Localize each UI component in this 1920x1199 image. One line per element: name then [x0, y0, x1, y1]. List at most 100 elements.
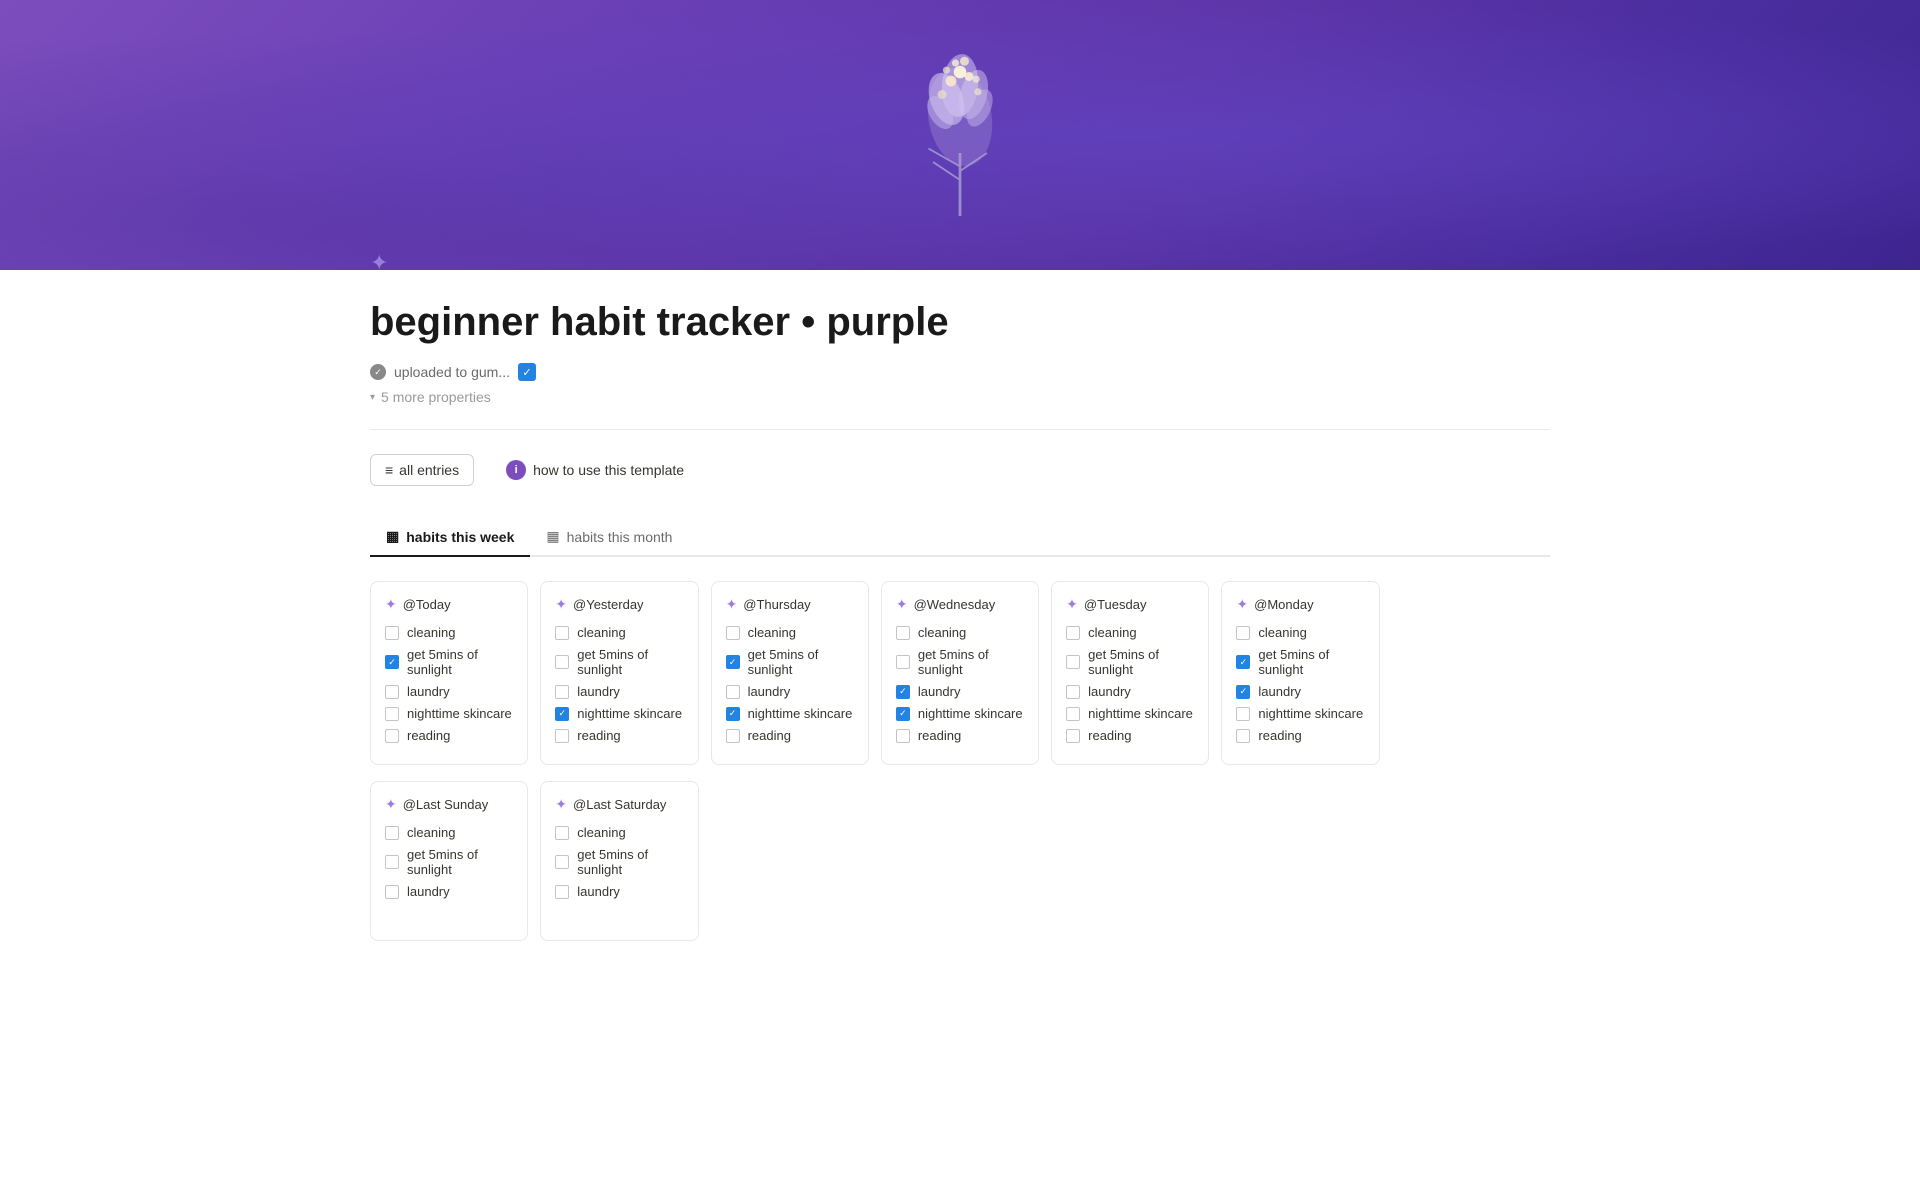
habit-checkbox-2[interactable]: [555, 885, 569, 899]
habit-label: cleaning: [577, 625, 625, 640]
sparkle-icon-1: ✦: [370, 250, 388, 270]
habit-label: laundry: [577, 884, 620, 899]
habit-label: get 5mins of sunlight: [1088, 647, 1194, 677]
habit-checkbox-1[interactable]: ✓: [385, 655, 399, 669]
habit-label: reading: [407, 728, 450, 743]
habit-checkbox-4[interactable]: [1066, 729, 1080, 743]
chevron-down-icon: ▾: [370, 392, 375, 403]
habit-checkbox-2[interactable]: [1066, 685, 1080, 699]
habit-checkbox-0[interactable]: [385, 626, 399, 640]
card-day-label: @Yesterday: [573, 597, 644, 612]
calendar-icon: ▦: [386, 528, 399, 545]
actions-row: ≡ all entries i how to use this template: [370, 454, 1550, 486]
sparkle-icon: ✦: [726, 596, 738, 613]
habit-card-bottom-1: ✦ @Last Saturday cleaning get 5mins of s…: [540, 781, 698, 941]
habit-checkbox-3[interactable]: ✓: [555, 707, 569, 721]
card-header: ✦ @Today: [385, 596, 513, 613]
habit-checkbox-4[interactable]: [726, 729, 740, 743]
habit-checkbox-1[interactable]: [896, 655, 910, 669]
sparkle-icon: ✦: [1236, 596, 1248, 613]
habit-item: reading: [896, 728, 1024, 743]
habit-item: nighttime skincare: [1066, 706, 1194, 721]
habit-item: ✓ get 5mins of sunlight: [385, 647, 513, 677]
habit-item: reading: [1236, 728, 1364, 743]
habit-item: get 5mins of sunlight: [555, 847, 683, 877]
habit-item: laundry: [726, 684, 854, 699]
habit-checkbox-0[interactable]: [726, 626, 740, 640]
habit-checkbox-2[interactable]: ✓: [896, 685, 910, 699]
habit-checkbox-3[interactable]: [1066, 707, 1080, 721]
habit-checkbox-2[interactable]: [555, 685, 569, 699]
content-divider: [370, 429, 1550, 430]
habit-checkbox-0[interactable]: [1236, 626, 1250, 640]
flower-illustration: [870, 45, 1050, 225]
habit-checkbox-3[interactable]: ✓: [896, 707, 910, 721]
habit-checkbox-1[interactable]: ✓: [726, 655, 740, 669]
habit-checkbox-3[interactable]: ✓: [726, 707, 740, 721]
habit-checkbox-1[interactable]: ✓: [1236, 655, 1250, 669]
habit-label: nighttime skincare: [407, 706, 512, 721]
habit-checkbox-1[interactable]: [555, 855, 569, 869]
habit-item: get 5mins of sunlight: [896, 647, 1024, 677]
habit-label: get 5mins of sunlight: [407, 847, 513, 877]
habit-checkbox-2[interactable]: [385, 885, 399, 899]
sparkle-icon: ✦: [555, 796, 567, 813]
habit-item: ✓ laundry: [1236, 684, 1364, 699]
card-header: ✦ @Wednesday: [896, 596, 1024, 613]
habit-checkbox-2[interactable]: [726, 685, 740, 699]
card-day-label: @Last Sunday: [403, 797, 488, 812]
habit-checkbox-2[interactable]: ✓: [1236, 685, 1250, 699]
how-to-link[interactable]: i how to use this template: [506, 460, 684, 480]
card-day-label: @Last Saturday: [573, 797, 666, 812]
week-cards-grid: ✦ @Today cleaning ✓ get 5mins of sunligh…: [370, 581, 1550, 765]
habit-label: cleaning: [918, 625, 966, 640]
habit-label: reading: [918, 728, 961, 743]
habit-checkbox-2[interactable]: [385, 685, 399, 699]
habit-label: cleaning: [748, 625, 796, 640]
habit-checkbox-4[interactable]: [555, 729, 569, 743]
habit-checkbox-4[interactable]: [385, 729, 399, 743]
sparkle-icon: ✦: [385, 596, 397, 613]
empty-card-bottom-1: [881, 781, 1039, 941]
uploaded-checkbox[interactable]: ✓: [518, 363, 536, 381]
habit-label: cleaning: [407, 625, 455, 640]
calendar-month-icon: ▦: [546, 528, 559, 545]
habit-checkbox-4[interactable]: [1236, 729, 1250, 743]
habit-card-thursday: ✦ @Thursday cleaning ✓ get 5mins of sunl…: [711, 581, 869, 765]
habit-checkbox-0[interactable]: [555, 626, 569, 640]
habit-item: cleaning: [1236, 625, 1364, 640]
sparkle-icon: ✦: [1066, 596, 1078, 613]
habit-checkbox-0[interactable]: [385, 826, 399, 840]
more-properties-label: 5 more properties: [381, 389, 491, 405]
tab-habits-month[interactable]: ▦ habits this month: [530, 518, 688, 557]
habit-item: laundry: [385, 684, 513, 699]
all-entries-button[interactable]: ≡ all entries: [370, 454, 474, 486]
habit-checkbox-0[interactable]: [896, 626, 910, 640]
habit-card-monday: ✦ @Monday cleaning ✓ get 5mins of sunlig…: [1221, 581, 1379, 765]
properties-row: ✓ uploaded to gum... ✓: [370, 363, 1550, 381]
habit-item: ✓ nighttime skincare: [555, 706, 683, 721]
habit-item: cleaning: [385, 825, 513, 840]
habit-item: nighttime skincare: [1236, 706, 1364, 721]
habit-label: reading: [748, 728, 791, 743]
habit-checkbox-0[interactable]: [1066, 626, 1080, 640]
habit-checkbox-3[interactable]: [385, 707, 399, 721]
card-day-label: @Wednesday: [914, 597, 996, 612]
habit-checkbox-4[interactable]: [896, 729, 910, 743]
tab-habits-week[interactable]: ▦ habits this week: [370, 518, 530, 557]
habit-label: nighttime skincare: [918, 706, 1023, 721]
habit-checkbox-1[interactable]: [555, 655, 569, 669]
habit-label: laundry: [407, 884, 450, 899]
habit-item: laundry: [1066, 684, 1194, 699]
habit-checkbox-1[interactable]: [1066, 655, 1080, 669]
more-properties-toggle[interactable]: ▾ 5 more properties: [370, 389, 1550, 405]
habit-item: cleaning: [726, 625, 854, 640]
habit-checkbox-1[interactable]: [385, 855, 399, 869]
habit-checkbox-0[interactable]: [555, 826, 569, 840]
list-icon: ≡: [385, 462, 393, 478]
tab-habits-month-label: habits this month: [567, 529, 673, 545]
habit-label: cleaning: [1258, 625, 1306, 640]
card-header: ✦ @Last Sunday: [385, 796, 513, 813]
habit-checkbox-3[interactable]: [1236, 707, 1250, 721]
habit-item: ✓ get 5mins of sunlight: [1236, 647, 1364, 677]
